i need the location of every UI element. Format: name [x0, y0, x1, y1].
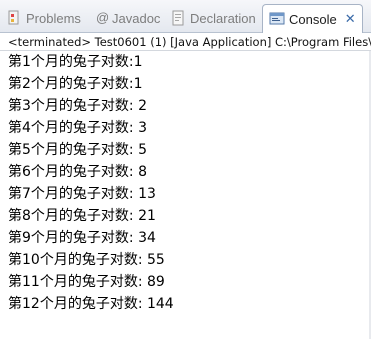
tab-declaration[interactable]: Declaration	[170, 4, 256, 32]
console-line: 第1个月的兔子对数:1	[8, 54, 143, 70]
console-output[interactable]: 第1个月的兔子对数:1 第2个月的兔子对数:1 第3个月的兔子对数: 2 第4个…	[0, 51, 371, 339]
console-status: <terminated> Test0601 (1) [Java Applicat…	[0, 33, 371, 51]
tab-javadoc[interactable]: @ Javadoc	[96, 4, 160, 32]
console-line: 第2个月的兔子对数:1	[8, 76, 143, 92]
console-line: 第10个月的兔子对数: 55	[8, 252, 165, 268]
console-line: 第3个月的兔子对数: 2	[8, 98, 147, 114]
tab-problems-label: Problems	[26, 10, 81, 26]
tab-javadoc-label: Javadoc	[112, 10, 161, 26]
console-line: 第5个月的兔子对数: 5	[8, 142, 147, 158]
console-icon	[269, 11, 285, 27]
console-line: 第4个月的兔子对数: 3	[8, 120, 147, 136]
problems-icon	[6, 10, 22, 26]
at-sign-icon: @	[96, 10, 110, 25]
view-tab-bar: Problems @ Javadoc Declaration Console ✕	[0, 0, 371, 33]
console-line: 第12个月的兔子对数: 144	[8, 296, 174, 312]
console-line: 第6个月的兔子对数: 8	[8, 164, 147, 180]
tab-problems[interactable]: Problems	[6, 4, 81, 32]
console-line: 第8个月的兔子对数: 21	[8, 208, 156, 224]
console-line: 第9个月的兔子对数: 34	[8, 230, 156, 246]
console-line: 第11个月的兔子对数: 89	[8, 274, 165, 290]
tab-declaration-label: Declaration	[190, 10, 256, 26]
tab-console[interactable]: Console ✕	[262, 4, 363, 33]
tab-console-label: Console	[289, 11, 337, 27]
declaration-icon	[170, 10, 186, 26]
console-line: 第7个月的兔子对数: 13	[8, 186, 156, 202]
close-icon[interactable]: ✕	[345, 11, 356, 27]
